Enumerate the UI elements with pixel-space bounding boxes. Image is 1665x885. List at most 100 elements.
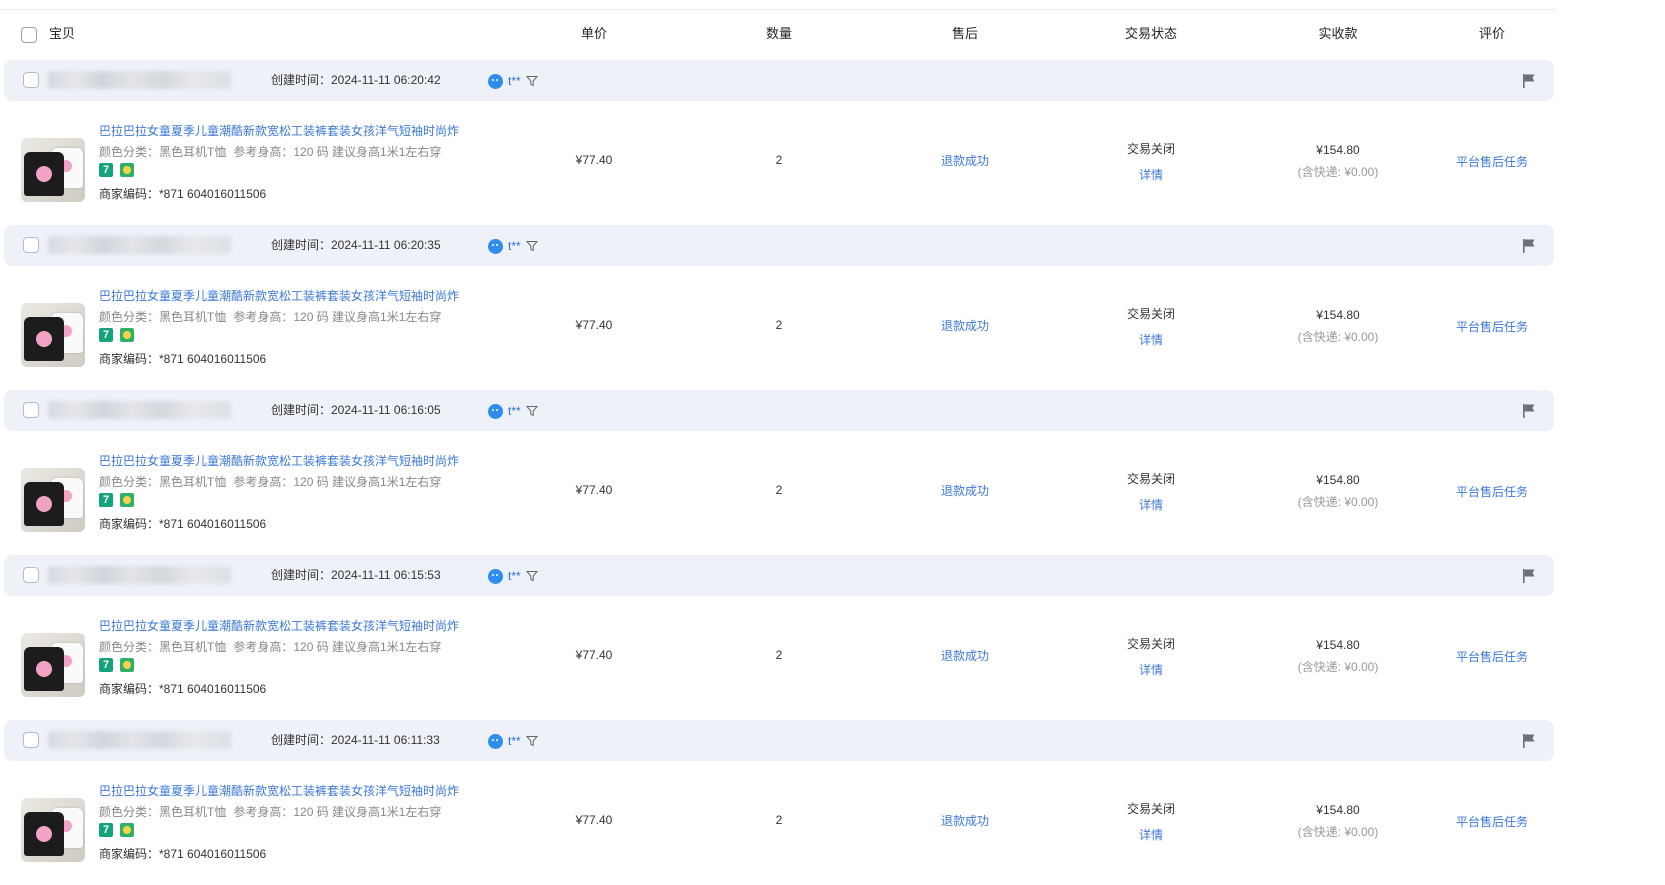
spec-color: 颜色分类：黑色耳机T恤	[99, 640, 227, 654]
buyer-nickname[interactable]: t**	[508, 734, 521, 748]
buyer-nickname[interactable]: t**	[508, 74, 521, 88]
aftersale-status-link[interactable]: 退款成功	[941, 152, 989, 169]
platform-aftersale-task-link[interactable]: 平台售后任务	[1456, 813, 1528, 830]
merchant-code: 商家编码：*871 604016011506	[99, 847, 267, 861]
spec-size: 参考身高：120 码 建议身高1米1左右穿	[233, 640, 442, 654]
filter-icon[interactable]	[525, 240, 538, 252]
unit-price: ¥77.40	[575, 153, 613, 167]
wangwang-chat-icon[interactable]	[488, 238, 503, 254]
spec-size: 参考身高：120 码 建议身高1米1左右穿	[233, 475, 442, 489]
product-spec: 颜色分类：黑色耳机T恤 参考身高：120 码 建议身高1米1左右穿	[99, 473, 448, 490]
header-aftersale: 售后	[951, 26, 979, 41]
order-checkbox[interactable]	[23, 402, 39, 418]
platform-aftersale-task-link[interactable]: 平台售后任务	[1456, 648, 1528, 665]
received-amount: ¥154.80	[1316, 473, 1360, 487]
spec-size: 参考身高：120 码 建议身高1米1左右穿	[233, 310, 442, 324]
spec-size: 参考身高：120 码 建议身高1米1左右穿	[233, 805, 442, 819]
trade-status: 交易关闭	[1126, 637, 1176, 651]
shipping-fee: (含快递: ¥0.00)	[1297, 330, 1379, 344]
filter-icon[interactable]	[525, 75, 538, 87]
service-badges: 7	[99, 823, 134, 837]
order-detail-link[interactable]: 详情	[1139, 496, 1163, 513]
spec-color: 颜色分类：黑色耳机T恤	[99, 805, 227, 819]
filter-icon[interactable]	[525, 570, 538, 582]
select-all-checkbox[interactable]	[21, 27, 37, 43]
wangwang-chat-icon[interactable]	[488, 568, 503, 584]
platform-aftersale-task-link[interactable]: 平台售后任务	[1456, 318, 1528, 335]
seven-day-return-badge-icon: 7	[99, 823, 113, 837]
buyer-nickname[interactable]: t**	[508, 569, 521, 583]
order-detail-link[interactable]: 详情	[1139, 661, 1163, 678]
product-title-link[interactable]: 巴拉巴拉女童夏季儿童潮酷新款宽松工装裤套装女孩洋气短袖时尚炸	[99, 122, 459, 139]
spec-size: 参考身高：120 码 建议身高1米1左右穿	[233, 145, 442, 159]
product-title-link[interactable]: 巴拉巴拉女童夏季儿童潮酷新款宽松工装裤套装女孩洋气短袖时尚炸	[99, 287, 459, 304]
shipping-fee: (含快递: ¥0.00)	[1297, 825, 1379, 839]
service-guarantee-badge-icon	[120, 823, 134, 837]
merchant-code: 商家编码：*871 604016011506	[99, 187, 267, 201]
order-checkbox[interactable]	[23, 732, 39, 748]
flag-icon[interactable]	[1522, 73, 1536, 88]
header-qty: 数量	[765, 26, 793, 41]
order-detail-link[interactable]: 详情	[1139, 166, 1163, 183]
shipping-fee: (含快递: ¥0.00)	[1297, 660, 1379, 674]
order-number-redacted	[48, 236, 231, 254]
order-detail-link[interactable]: 详情	[1139, 331, 1163, 348]
platform-aftersale-task-link[interactable]: 平台售后任务	[1456, 483, 1528, 500]
buyer-nickname[interactable]: t**	[508, 404, 521, 418]
service-badges: 7	[99, 493, 134, 507]
product-title-link[interactable]: 巴拉巴拉女童夏季儿童潮酷新款宽松工装裤套装女孩洋气短袖时尚炸	[99, 782, 459, 799]
table-header: 宝贝 单价 数量 售后 交易状态 实收款 评价	[0, 10, 1556, 58]
order-header-bar: 创建时间：2024-11-11 06:15:53 t**	[4, 555, 1554, 596]
header-amount: 实收款	[1318, 26, 1358, 41]
order-created-time: 创建时间：2024-11-11 06:20:35	[271, 238, 441, 252]
received-amount: ¥154.80	[1316, 308, 1360, 322]
flag-icon[interactable]	[1522, 733, 1536, 748]
wangwang-chat-icon[interactable]	[488, 73, 503, 89]
order-checkbox[interactable]	[23, 567, 39, 583]
trade-status: 交易关闭	[1126, 142, 1176, 156]
seven-day-return-badge-icon: 7	[99, 493, 113, 507]
aftersale-status-link[interactable]: 退款成功	[941, 482, 989, 499]
filter-icon[interactable]	[525, 405, 538, 417]
wangwang-chat-icon[interactable]	[488, 733, 503, 749]
flag-icon[interactable]	[1522, 403, 1536, 418]
product-thumbnail[interactable]	[21, 303, 85, 367]
product-spec: 颜色分类：黑色耳机T恤 参考身高：120 码 建议身高1米1左右穿	[99, 638, 448, 655]
buyer-info[interactable]: t**	[488, 403, 538, 419]
shipping-fee: (含快递: ¥0.00)	[1297, 165, 1379, 179]
order-checkbox[interactable]	[23, 72, 39, 88]
product-thumbnail[interactable]	[21, 633, 85, 697]
aftersale-status-link[interactable]: 退款成功	[941, 812, 989, 829]
order-card: 创建时间：2024-11-11 06:20:35 t** 巴拉巴拉女童夏季儿童潮…	[0, 225, 1556, 390]
service-guarantee-badge-icon	[120, 658, 134, 672]
buyer-info[interactable]: t**	[488, 73, 538, 89]
buyer-info[interactable]: t**	[488, 238, 538, 254]
aftersale-status-link[interactable]: 退款成功	[941, 647, 989, 664]
seven-day-return-badge-icon: 7	[99, 328, 113, 342]
order-checkbox[interactable]	[23, 237, 39, 253]
buyer-info[interactable]: t**	[488, 733, 538, 749]
order-header-bar: 创建时间：2024-11-11 06:16:05 t**	[4, 390, 1554, 431]
flag-icon[interactable]	[1522, 568, 1536, 583]
order-number-redacted	[48, 566, 231, 584]
unit-price: ¥77.40	[575, 813, 613, 827]
order-detail-link[interactable]: 详情	[1139, 826, 1163, 843]
black-shirt-image	[24, 647, 64, 691]
aftersale-status-link[interactable]: 退款成功	[941, 317, 989, 334]
order-header-bar: 创建时间：2024-11-11 06:11:33 t**	[4, 720, 1554, 761]
product-thumbnail[interactable]	[21, 798, 85, 862]
product-thumbnail[interactable]	[21, 468, 85, 532]
order-card: 创建时间：2024-11-11 06:20:42 t** 巴拉巴拉女童夏季儿童潮…	[0, 60, 1556, 225]
platform-aftersale-task-link[interactable]: 平台售后任务	[1456, 153, 1528, 170]
product-thumbnail[interactable]	[21, 138, 85, 202]
header-price: 单价	[580, 26, 608, 41]
filter-icon[interactable]	[525, 735, 538, 747]
wangwang-chat-icon[interactable]	[488, 403, 503, 419]
product-title-link[interactable]: 巴拉巴拉女童夏季儿童潮酷新款宽松工装裤套装女孩洋气短袖时尚炸	[99, 617, 459, 634]
service-badges: 7	[99, 163, 134, 177]
buyer-info[interactable]: t**	[488, 568, 538, 584]
quantity: 2	[775, 318, 783, 332]
product-title-link[interactable]: 巴拉巴拉女童夏季儿童潮酷新款宽松工装裤套装女孩洋气短袖时尚炸	[99, 452, 459, 469]
flag-icon[interactable]	[1522, 238, 1536, 253]
buyer-nickname[interactable]: t**	[508, 239, 521, 253]
